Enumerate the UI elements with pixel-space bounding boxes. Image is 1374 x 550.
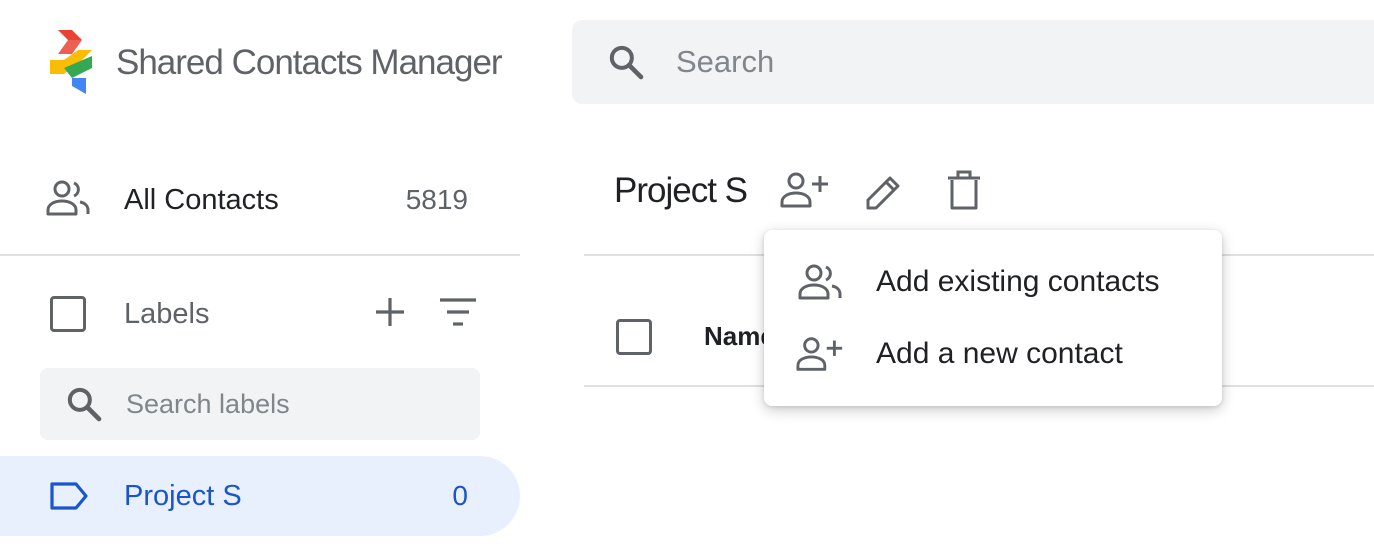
sidebar-divider <box>0 254 520 256</box>
labels-select-all-checkbox[interactable] <box>50 296 86 332</box>
edit-icon[interactable] <box>862 170 906 214</box>
person-add-icon <box>796 334 844 374</box>
select-all-contacts-checkbox[interactable] <box>616 319 652 355</box>
all-contacts-count: 5819 <box>405 184 468 215</box>
filter-icon[interactable] <box>438 294 478 330</box>
global-search-bar[interactable]: Search <box>572 20 1374 104</box>
all-contacts-link[interactable]: All Contacts <box>124 178 279 222</box>
delete-icon[interactable] <box>944 170 984 212</box>
page-title: Project S <box>614 171 748 210</box>
sidebar-item-project-s[interactable]: Project S 0 <box>0 456 520 536</box>
sidebar-item-label: Project S <box>124 480 242 512</box>
people-icon <box>44 178 92 218</box>
sidebar-item-count: 0 <box>452 480 468 511</box>
label-search-field[interactable]: Search labels <box>40 368 480 440</box>
people-icon <box>796 262 844 302</box>
search-icon <box>606 42 646 82</box>
app-logo <box>48 28 98 96</box>
label-tag-icon <box>48 478 90 514</box>
labels-heading: Labels <box>124 298 210 330</box>
menu-item-label: Add existing contacts <box>876 265 1160 298</box>
add-contact-dropdown-menu: Add existing contacts Add a new contact <box>764 230 1222 406</box>
add-label-icon[interactable] <box>372 294 408 330</box>
global-search-placeholder[interactable]: Search <box>676 40 774 84</box>
label-search-placeholder[interactable]: Search labels <box>126 384 290 424</box>
search-icon <box>64 384 104 424</box>
person-add-icon[interactable] <box>780 170 830 210</box>
app-title: Shared Contacts Manager <box>116 43 503 82</box>
menu-item-label: Add a new contact <box>876 337 1123 370</box>
menu-item-add-existing-contacts[interactable]: Add existing contacts <box>764 246 1222 318</box>
menu-item-add-new-contact[interactable]: Add a new contact <box>764 318 1222 390</box>
